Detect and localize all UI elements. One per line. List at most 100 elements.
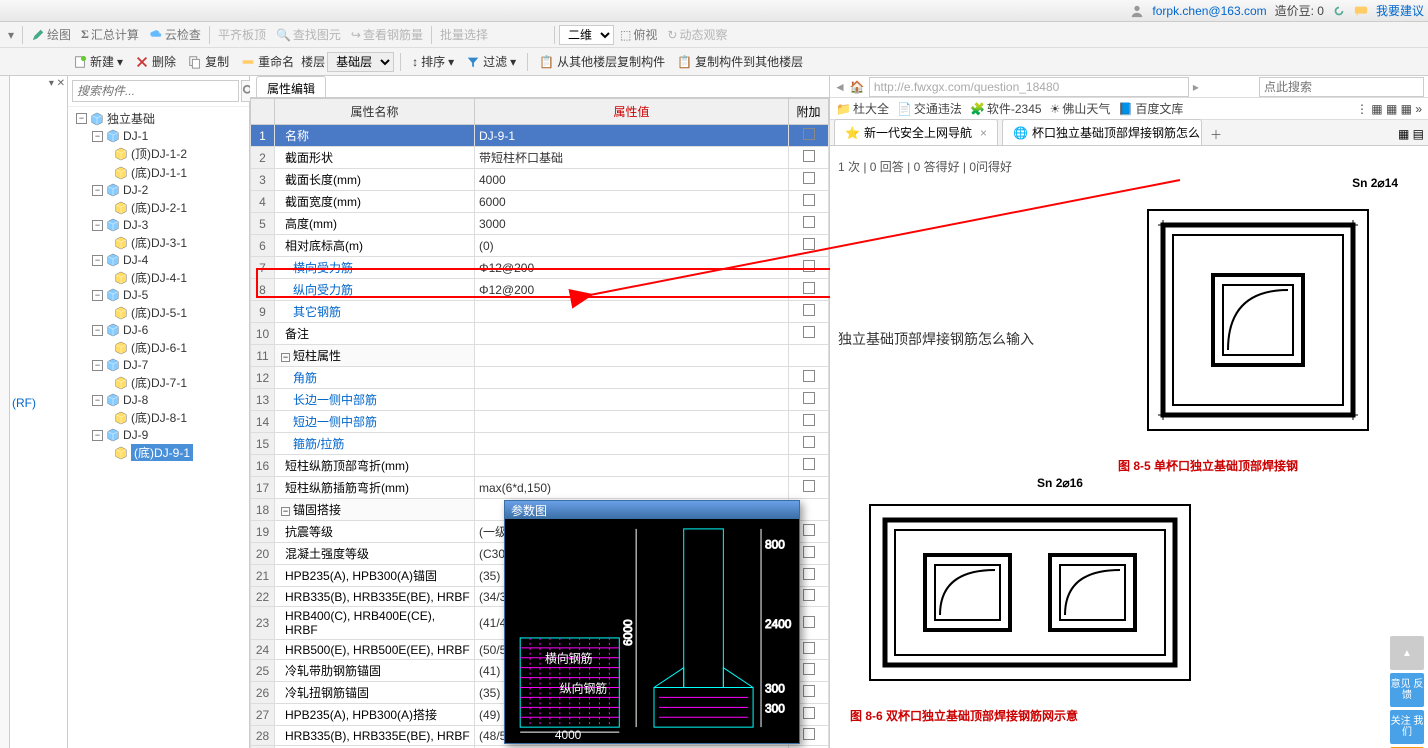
tree-leaf[interactable]: (底)DJ-1-1 (70, 163, 247, 182)
tree-node[interactable]: −DJ-1 (70, 128, 247, 144)
feedback-btn[interactable]: 意见 反馈 (1390, 673, 1424, 707)
property-row[interactable]: 1名称DJ-9-1 (251, 125, 829, 147)
rename-icon (241, 55, 255, 69)
new-icon (73, 55, 87, 69)
floor-select[interactable]: 基础层 (327, 52, 394, 72)
viewmode-select[interactable]: 二维 (559, 25, 614, 45)
user-email[interactable]: forpk.chen@163.com (1152, 4, 1266, 18)
property-row[interactable]: 8纵向受力筋Φ12@200 (251, 279, 829, 301)
tree-leaf[interactable]: (底)DJ-9-1 (70, 443, 247, 462)
search-input[interactable] (72, 80, 239, 102)
tree-node[interactable]: −DJ-4 (70, 252, 247, 268)
go-btn[interactable]: ▸ (1193, 80, 1199, 94)
property-row[interactable]: 6相对底标高(m)(0) (251, 235, 829, 257)
collapse-btn[interactable]: ▾ (4, 26, 18, 44)
svg-text:横向钢筋: 横向钢筋 (545, 652, 593, 666)
tree-node[interactable]: −DJ-5 (70, 287, 247, 303)
property-row[interactable]: 14短边一侧中部筋 (251, 411, 829, 433)
tree-leaf[interactable]: (底)DJ-5-1 (70, 303, 247, 322)
property-row[interactable]: 5高度(mm)3000 (251, 213, 829, 235)
filter-icon (466, 55, 480, 69)
tab-menu[interactable]: ▦ ▤ (1394, 123, 1428, 145)
filter-btn[interactable]: 过滤 ▾ (461, 51, 521, 72)
bookmark-item[interactable]: ☀ 佛山天气 (1050, 100, 1111, 117)
dynamic-btn[interactable]: ↻ 动态观察 (663, 24, 731, 45)
follow-btn[interactable]: 关注 我们 (1390, 710, 1424, 744)
viewsteel-btn[interactable]: ↪ 查看钢筋量 (347, 24, 427, 45)
property-row[interactable]: 13长边一侧中部筋 (251, 389, 829, 411)
tree-node[interactable]: −DJ-3 (70, 217, 247, 233)
bookmark-item[interactable]: 📄 交通违法 (897, 100, 962, 117)
copyfrom-btn[interactable]: 📋 从其他楼层复制构件 (534, 51, 670, 72)
browser-tab[interactable]: ⭐ 新一代安全上网导航× (834, 119, 998, 145)
property-tab[interactable]: 属性编辑 (256, 76, 326, 97)
property-row[interactable]: 17短柱纵筋插筋弯折(mm)max(6*d,150) (251, 477, 829, 499)
url-input[interactable] (869, 77, 1189, 97)
scroll-top-btn[interactable]: ▲ (1390, 636, 1424, 670)
close-icon[interactable]: × (980, 126, 987, 140)
svg-text:6000: 6000 (621, 619, 635, 646)
property-row[interactable]: 11−短柱属性 (251, 345, 829, 367)
tree-leaf[interactable]: (底)DJ-8-1 (70, 408, 247, 427)
back-btn[interactable]: ◄ (834, 80, 846, 94)
copyto-btn[interactable]: 📋 复制构件到其他楼层 (672, 51, 808, 72)
address-bar: ◄ 🏠 ▸ (830, 76, 1428, 98)
property-row[interactable]: 2截面形状带短柱杯口基础 (251, 147, 829, 169)
bookmark-more[interactable]: ⋮ ▦ ▦ ▦ » (1356, 102, 1422, 116)
pencil-icon (31, 28, 45, 42)
tree-node[interactable]: −DJ-2 (70, 182, 247, 198)
floor-label: 楼层 (301, 53, 325, 70)
findview-btn[interactable]: 🔍查找图元 (272, 24, 345, 45)
tree-leaf[interactable]: (底)DJ-2-1 (70, 198, 247, 217)
browser-tab[interactable]: 🌐 杯口独立基础顶部焊接钢筋怎么...× (1002, 119, 1202, 145)
component-tree[interactable]: −独立基础−DJ-1(顶)DJ-1-2(底)DJ-1-1−DJ-2(底)DJ-2… (68, 107, 249, 748)
property-row[interactable]: 12角筋 (251, 367, 829, 389)
tree-root[interactable]: −独立基础 (70, 109, 247, 128)
tree-leaf[interactable]: (底)DJ-3-1 (70, 233, 247, 252)
tree-node[interactable]: −DJ-9 (70, 427, 247, 443)
left-rail (0, 76, 10, 748)
batch-btn[interactable]: 批量选择 (436, 24, 492, 45)
suggest-link[interactable]: 我要建议 (1376, 2, 1424, 19)
tree-leaf[interactable]: (底)DJ-6-1 (70, 338, 247, 357)
rename-btn[interactable]: 重命名 (236, 51, 299, 72)
float-buttons: ▲ 意见 反馈 关注 我们 QQ 咨询 (1390, 636, 1424, 748)
pane-close[interactable]: ▾ ✕ (49, 78, 65, 89)
draw-btn[interactable]: 绘图 (27, 24, 75, 45)
property-row[interactable]: 9其它钢筋 (251, 301, 829, 323)
tree-node[interactable]: −DJ-6 (70, 322, 247, 338)
new-tab-btn[interactable]: ＋ (1202, 124, 1230, 145)
component-tree-pane: −独立基础−DJ-1(顶)DJ-1-2(底)DJ-1-1−DJ-2(底)DJ-2… (68, 76, 250, 748)
credits: 造价豆: 0 (1275, 2, 1324, 19)
main-toolbar: ▾ 绘图 Σ 汇总计算 云检查 平齐板顶 🔍查找图元 ↪ 查看钢筋量 批量选择 … (0, 22, 1428, 48)
property-row[interactable]: 10备注 (251, 323, 829, 345)
refresh-icon[interactable] (1332, 4, 1346, 18)
property-row[interactable]: 16短柱纵筋顶部弯折(mm) (251, 455, 829, 477)
page-content: 1 次 | 0 回答 | 0 答得好 | 0问得好 Sn 2⌀14 图 8-5 … (830, 146, 1428, 748)
copy-btn[interactable]: 复制 (183, 51, 234, 72)
sum-btn[interactable]: Σ 汇总计算 (77, 24, 143, 45)
browser-search[interactable] (1259, 77, 1424, 97)
home-btn[interactable]: 🏠 (850, 80, 865, 94)
bookmark-item[interactable]: 🧩 软件-2345 (970, 100, 1042, 117)
svg-text:800: 800 (765, 538, 785, 552)
tree-node[interactable]: −DJ-8 (70, 392, 247, 408)
sort-btn[interactable]: ↕ 排序 ▾ (407, 51, 459, 72)
bookmark-item[interactable]: 📘 百度文库 (1118, 100, 1183, 117)
property-row[interactable]: 4截面宽度(mm)6000 (251, 191, 829, 213)
tree-leaf[interactable]: (底)DJ-4-1 (70, 268, 247, 287)
param-diagram-popup[interactable]: 参数图 横向钢筋 纵向钢筋 4000 (504, 500, 800, 744)
flat-btn[interactable]: 平齐板顶 (214, 24, 270, 45)
property-row[interactable]: 3截面长度(mm)4000 (251, 169, 829, 191)
new-btn[interactable]: 新建 ▾ (68, 51, 128, 72)
property-row[interactable]: 15箍筋/拉筋 (251, 433, 829, 455)
cloud-btn[interactable]: 云检查 (145, 24, 205, 45)
tree-leaf[interactable]: (顶)DJ-1-2 (70, 144, 247, 163)
bookmark-item[interactable]: 📁 杜大全 (836, 100, 889, 117)
tree-node[interactable]: −DJ-7 (70, 357, 247, 373)
tree-leaf[interactable]: (底)DJ-7-1 (70, 373, 247, 392)
delete-btn[interactable]: 删除 (130, 51, 181, 72)
property-row[interactable]: 7横向受力筋Φ12@200 (251, 257, 829, 279)
popup-title: 参数图 (505, 501, 799, 519)
topview-btn[interactable]: ⬚ 俯视 (616, 24, 661, 45)
